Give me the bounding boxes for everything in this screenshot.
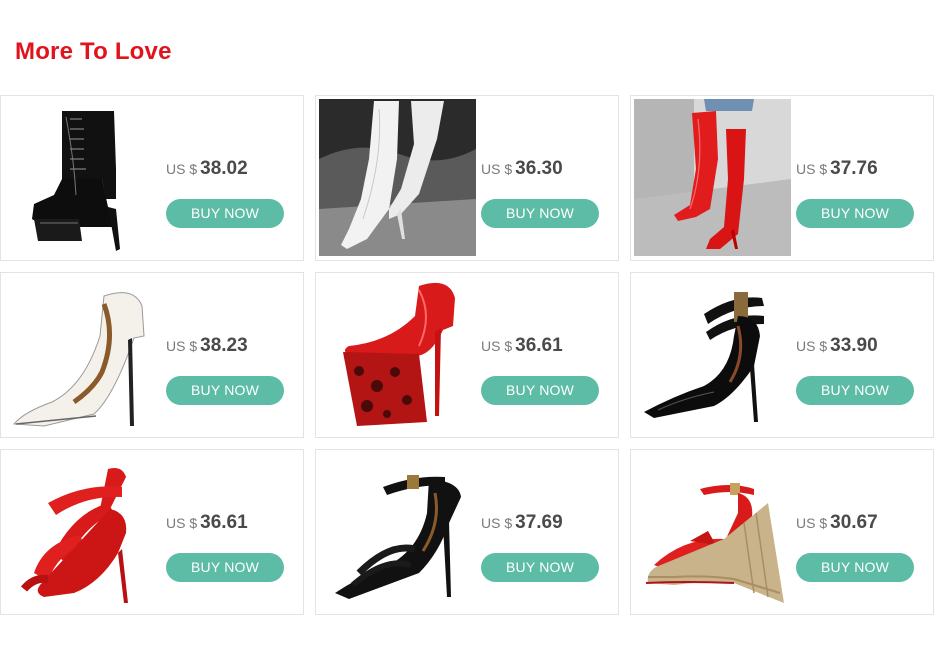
product-image[interactable] <box>319 99 476 256</box>
currency-label: US $ <box>481 338 513 354</box>
product-price: US $36.61 <box>166 512 248 534</box>
product-grid: US $38.02 BUY NOW US $36.30 BUY NOW US $… <box>0 95 936 615</box>
product-card[interactable]: US $37.76 BUY NOW <box>630 95 934 261</box>
black-strappy-heel-sandal-icon <box>319 453 476 610</box>
currency-label: US $ <box>166 515 198 531</box>
price-value: 36.61 <box>515 335 563 356</box>
black-ankle-strap-pump-icon <box>634 276 791 433</box>
black-platform-ankle-boot-icon <box>4 99 161 256</box>
product-image[interactable] <box>634 276 791 433</box>
buy-now-button[interactable]: BUY NOW <box>481 199 599 228</box>
currency-label: US $ <box>796 161 828 177</box>
currency-label: US $ <box>796 515 828 531</box>
product-price: US $33.90 <box>796 335 878 357</box>
currency-label: US $ <box>796 338 828 354</box>
product-price: US $38.23 <box>166 335 248 357</box>
red-strappy-heel-sandal-icon <box>4 453 161 610</box>
buy-now-button[interactable]: BUY NOW <box>796 199 914 228</box>
product-card[interactable]: US $36.61 BUY NOW <box>315 272 619 438</box>
red-leopard-platform-pump-icon <box>319 276 476 433</box>
product-card[interactable]: US $38.02 BUY NOW <box>0 95 304 261</box>
product-price: US $36.61 <box>481 335 563 357</box>
product-image[interactable] <box>4 453 161 610</box>
white-thigh-high-boot-icon <box>319 99 476 256</box>
buy-now-button[interactable]: BUY NOW <box>166 199 284 228</box>
product-card[interactable]: US $37.69 BUY NOW <box>315 449 619 615</box>
price-value: 38.02 <box>200 158 248 179</box>
buy-now-button[interactable]: BUY NOW <box>796 553 914 582</box>
product-price: US $38.02 <box>166 158 248 180</box>
buy-now-button[interactable]: BUY NOW <box>166 553 284 582</box>
buy-now-button[interactable]: BUY NOW <box>166 376 284 405</box>
product-price: US $37.69 <box>481 512 563 534</box>
section-title: More To Love <box>15 38 172 65</box>
product-price: US $37.76 <box>796 158 878 180</box>
white-stiletto-pump-icon <box>4 276 161 433</box>
product-image[interactable] <box>4 276 161 433</box>
product-price: US $36.30 <box>481 158 563 180</box>
price-value: 33.90 <box>830 335 878 356</box>
currency-label: US $ <box>166 338 198 354</box>
price-value: 36.30 <box>515 158 563 179</box>
price-value: 30.67 <box>830 512 878 533</box>
product-image[interactable] <box>319 453 476 610</box>
price-value: 36.61 <box>200 512 248 533</box>
buy-now-button[interactable]: BUY NOW <box>481 553 599 582</box>
product-card[interactable]: US $33.90 BUY NOW <box>630 272 934 438</box>
product-card[interactable]: US $38.23 BUY NOW <box>0 272 304 438</box>
price-value: 37.69 <box>515 512 563 533</box>
price-value: 38.23 <box>200 335 248 356</box>
product-price: US $30.67 <box>796 512 878 534</box>
buy-now-button[interactable]: BUY NOW <box>796 376 914 405</box>
product-image[interactable] <box>319 276 476 433</box>
buy-now-button[interactable]: BUY NOW <box>481 376 599 405</box>
currency-label: US $ <box>166 161 198 177</box>
currency-label: US $ <box>481 515 513 531</box>
product-card[interactable]: US $36.61 BUY NOW <box>0 449 304 615</box>
currency-label: US $ <box>481 161 513 177</box>
product-image[interactable] <box>4 99 161 256</box>
red-espadrille-wedge-sandal-icon <box>634 453 791 610</box>
product-image[interactable] <box>634 453 791 610</box>
red-thigh-high-boot-icon <box>634 99 791 256</box>
product-card[interactable]: US $30.67 BUY NOW <box>630 449 934 615</box>
product-image[interactable] <box>634 99 791 256</box>
price-value: 37.76 <box>830 158 878 179</box>
product-card[interactable]: US $36.30 BUY NOW <box>315 95 619 261</box>
